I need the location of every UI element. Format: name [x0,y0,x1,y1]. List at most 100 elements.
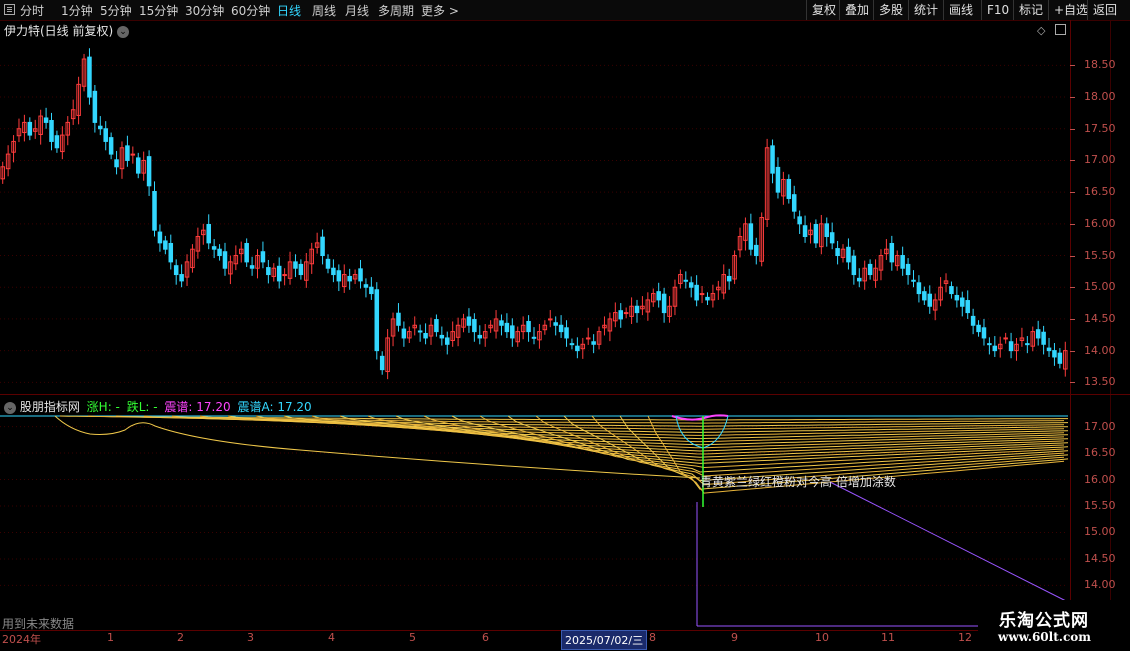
candlestick-chart[interactable] [0,40,1070,395]
candle-body [293,261,298,269]
x-tick: 9 [731,631,738,644]
candle-body [49,120,54,142]
mark-button[interactable]: 标记 [1013,0,1048,20]
y-tick-mark [1070,128,1075,130]
chart-title[interactable]: 伊力特(日线 前复权) ⌄ [4,22,130,39]
y-tick-mark [1070,65,1075,67]
tab-more[interactable]: 更多 > [421,2,459,19]
candle-body [981,327,987,339]
candle-body [157,231,163,244]
candle-body [1008,341,1014,352]
candle-body [585,337,591,340]
candle-body [656,291,661,301]
watermark-title: 乐淘公式网 [999,611,1089,631]
draw-button[interactable]: 画线 [943,0,978,20]
crosshair-date-label: 2025/07/02/三 [561,630,648,650]
tab-30min[interactable]: 30分钟 [185,2,224,19]
candle-body [992,345,998,352]
candle-body [510,325,515,339]
candle-body [374,289,380,352]
candle-body [960,297,965,307]
diamond-icon[interactable]: ◇ [1037,24,1045,37]
y-tick-mark [1070,97,1075,99]
candle-body [569,343,575,346]
stats-button[interactable]: 统计 [908,0,943,20]
y-tick-mark [1070,318,1075,320]
candle-body [114,159,119,168]
tab-5min[interactable]: 5分钟 [100,2,132,19]
y-tick-mark [1070,255,1075,257]
candle-body [54,135,60,149]
candle-body [325,258,331,269]
candle-body [108,137,114,155]
panel-toggle-icon[interactable] [1055,24,1066,35]
candle-body [92,90,98,123]
period-toolbar: 分时 1分钟 5分钟 15分钟 30分钟 60分钟 日线 周线 月线 多周期 更… [0,0,1130,21]
candle-body [146,156,152,187]
chevron-down-icon[interactable]: ⌄ [117,25,130,38]
tab-1min[interactable]: 1分钟 [61,2,93,19]
candle-body [163,240,168,250]
chevron-right-icon: > [448,4,459,18]
x-tick: 10 [815,631,829,644]
candle-body [466,316,472,326]
y-tick-label: 16.00 [1084,216,1116,230]
candle-body [244,242,249,263]
candle-body [976,324,981,333]
candle-body [1003,337,1008,340]
candle-body [867,263,873,276]
tab-60min[interactable]: 60分钟 [231,2,270,19]
candle-body [266,267,271,276]
multi-stock-button[interactable]: 多股 [873,0,908,20]
f10-button[interactable]: F10 [981,0,1014,20]
overlay-button[interactable]: 叠加 [839,0,874,20]
back-button[interactable]: 返回 [1087,0,1122,20]
x-tick: 11 [881,631,895,644]
candle-body [1046,347,1052,352]
candle-body [634,305,640,314]
candle-body [369,286,374,295]
candle-body [824,223,830,238]
tab-weekly[interactable]: 周线 [312,2,336,19]
candle-body [835,248,840,257]
candle-body [260,251,266,263]
y-tick-mark [1070,287,1075,289]
fuquan-button[interactable]: 复权 [806,0,841,20]
tab-monthly[interactable]: 月线 [345,2,369,19]
candle-body [401,328,407,339]
tab-15min[interactable]: 15分钟 [139,2,178,19]
candle-body [813,223,819,244]
menu-icon[interactable] [4,4,15,15]
candle-body [173,265,179,276]
candle-body [726,275,732,282]
candle-body [417,330,423,333]
indicator-chart[interactable] [0,412,1070,630]
tab-more-label: 更多 [421,4,446,18]
candle-body [911,279,916,282]
y-tick-label: 13.50 [1084,375,1116,389]
candle-body [1025,343,1030,346]
tab-multi-period[interactable]: 多周期 [378,2,414,19]
tab-fenshi[interactable]: 分时 [20,2,44,19]
y-tick-label: 18.50 [1084,58,1116,72]
candle-body [770,145,775,174]
tab-daily[interactable]: 日线 [277,2,301,19]
candle-body [363,284,369,288]
x-tick: 1 [107,631,114,644]
x-axis [0,630,1070,651]
candle-body [320,236,325,257]
x-tick: 5 [409,631,416,644]
candle-body [396,312,401,326]
indicator-y-tick-label: 14.50 [1084,551,1116,565]
candle-body [791,194,797,212]
right-panel-divider [1110,20,1111,630]
x-tick: 8 [649,631,656,644]
candle-body [87,56,92,98]
candle-body [477,334,483,339]
candle-body [683,279,689,282]
candle-body [970,315,976,326]
candle-body [135,157,141,174]
candle-body [499,320,504,326]
y-tick-label: 14.50 [1084,311,1116,325]
y-tick-label: 16.50 [1084,185,1116,199]
